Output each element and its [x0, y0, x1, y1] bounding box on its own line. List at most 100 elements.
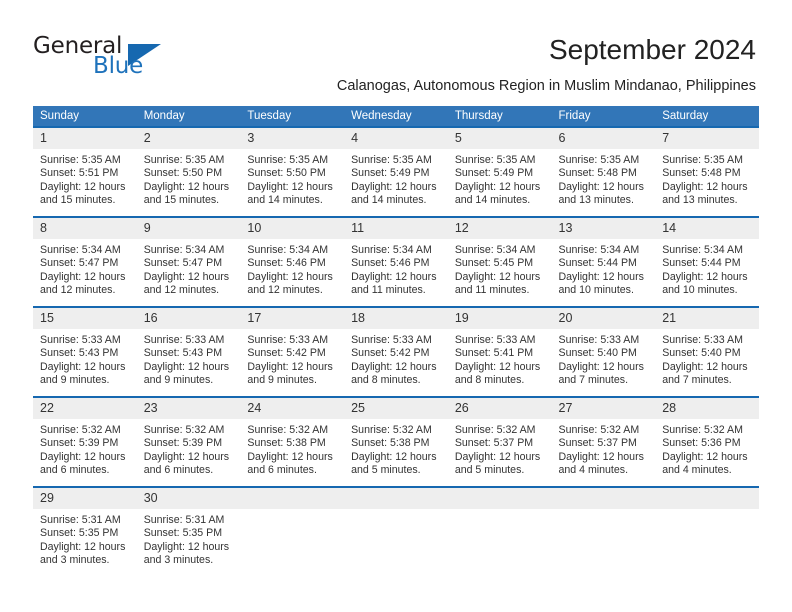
- day-details: Sunrise: 5:34 AM Sunset: 5:47 PM Dayligh…: [33, 239, 137, 298]
- day-cell[interactable]: 12 Sunrise: 5:34 AM Sunset: 5:45 PM Dayl…: [447, 216, 552, 307]
- daylight-text-line1: Daylight: 12 hours: [662, 180, 748, 193]
- daylight-text-line2: and 11 minutes.: [351, 284, 426, 297]
- day-cell[interactable]: 10 Sunrise: 5:34 AM Sunset: 5:46 PM Dayl…: [240, 216, 345, 307]
- day-cell[interactable]: 27 Sunrise: 5:32 AM Sunset: 5:37 PM Dayl…: [551, 396, 656, 487]
- day-cell[interactable]: 9 Sunrise: 5:34 AM Sunset: 5:47 PM Dayli…: [136, 216, 241, 307]
- daylight-text-line1: Daylight: 12 hours: [40, 270, 126, 283]
- day-cell-empty: [655, 486, 759, 576]
- sunrise-text: Sunrise: 5:33 AM: [351, 334, 432, 346]
- daylight-text-line1: Daylight: 12 hours: [40, 360, 126, 373]
- day-cell[interactable]: 7 Sunrise: 5:35 AM Sunset: 5:48 PM Dayli…: [655, 126, 759, 217]
- sunset-text: Sunset: 5:41 PM: [454, 347, 534, 360]
- day-details: Sunrise: 5:35 AM Sunset: 5:51 PM Dayligh…: [33, 149, 137, 208]
- daylight-text-line1: Daylight: 12 hours: [662, 360, 748, 373]
- day-cell[interactable]: 23 Sunrise: 5:32 AM Sunset: 5:39 PM Dayl…: [136, 396, 241, 487]
- day-cell[interactable]: 22 Sunrise: 5:32 AM Sunset: 5:39 PM Dayl…: [33, 396, 137, 487]
- day-details: Sunrise: 5:33 AM Sunset: 5:43 PM Dayligh…: [33, 329, 137, 388]
- day-cell[interactable]: 5 Sunrise: 5:35 AM Sunset: 5:49 PM Dayli…: [447, 126, 552, 217]
- weekday-header-tuesday: Tuesday: [240, 106, 345, 127]
- daylight-text-line1: Daylight: 12 hours: [351, 360, 437, 373]
- sunset-text: Sunset: 5:36 PM: [662, 437, 741, 450]
- day-cell[interactable]: 1 Sunrise: 5:35 AM Sunset: 5:51 PM Dayli…: [33, 126, 137, 217]
- day-cell[interactable]: 6 Sunrise: 5:35 AM Sunset: 5:48 PM Dayli…: [551, 126, 656, 217]
- daylight-text-line2: and 13 minutes.: [662, 194, 738, 207]
- day-number: 24: [240, 398, 345, 419]
- day-cell[interactable]: 20 Sunrise: 5:33 AM Sunset: 5:40 PM Dayl…: [551, 306, 656, 397]
- day-cell[interactable]: 11 Sunrise: 5:34 AM Sunset: 5:46 PM Dayl…: [344, 216, 448, 307]
- day-details: Sunrise: 5:35 AM Sunset: 5:48 PM Dayligh…: [655, 149, 759, 208]
- day-number: 29: [33, 488, 137, 509]
- day-number: 5: [447, 128, 552, 149]
- daylight-text-line1: Daylight: 12 hours: [351, 180, 437, 193]
- day-cell-empty: [344, 486, 448, 576]
- day-details: Sunrise: 5:34 AM Sunset: 5:46 PM Dayligh…: [344, 239, 448, 298]
- daylight-text-line1: Daylight: 12 hours: [351, 270, 437, 283]
- day-details: Sunrise: 5:33 AM Sunset: 5:40 PM Dayligh…: [655, 329, 759, 388]
- day-cell[interactable]: 28 Sunrise: 5:32 AM Sunset: 5:36 PM Dayl…: [655, 396, 759, 487]
- day-number: [447, 488, 552, 509]
- day-cell[interactable]: 3 Sunrise: 5:35 AM Sunset: 5:50 PM Dayli…: [240, 126, 345, 217]
- daylight-text-line1: Daylight: 12 hours: [40, 540, 126, 553]
- day-number: 22: [33, 398, 137, 419]
- day-cell[interactable]: 18 Sunrise: 5:33 AM Sunset: 5:42 PM Dayl…: [344, 306, 448, 397]
- daylight-text-line1: Daylight: 12 hours: [558, 360, 644, 373]
- day-details: Sunrise: 5:31 AM Sunset: 5:35 PM Dayligh…: [137, 509, 241, 568]
- daylight-text-line2: and 14 minutes.: [247, 194, 323, 207]
- day-details: Sunrise: 5:32 AM Sunset: 5:37 PM Dayligh…: [552, 419, 656, 478]
- daylight-text-line1: Daylight: 12 hours: [40, 180, 126, 193]
- day-cell[interactable]: 26 Sunrise: 5:32 AM Sunset: 5:37 PM Dayl…: [447, 396, 552, 487]
- day-number: 18: [344, 308, 448, 329]
- day-number: 8: [33, 218, 137, 239]
- daylight-text-line1: Daylight: 12 hours: [662, 270, 748, 283]
- day-cell[interactable]: 24 Sunrise: 5:32 AM Sunset: 5:38 PM Dayl…: [240, 396, 345, 487]
- sunset-text: Sunset: 5:38 PM: [247, 437, 326, 450]
- sunrise-text: Sunrise: 5:34 AM: [662, 244, 743, 256]
- day-number: 6: [551, 128, 656, 149]
- daylight-text-line2: and 9 minutes.: [40, 374, 110, 387]
- daylight-text-line2: and 15 minutes.: [143, 194, 220, 207]
- daylight-text-line1: Daylight: 12 hours: [40, 450, 126, 463]
- calendar-header-row: Sunday Monday Tuesday Wednesday Thursday…: [33, 106, 759, 127]
- day-number: [655, 488, 759, 509]
- day-cell[interactable]: 2 Sunrise: 5:35 AM Sunset: 5:50 PM Dayli…: [136, 126, 241, 217]
- day-details: Sunrise: 5:35 AM Sunset: 5:49 PM Dayligh…: [344, 149, 448, 208]
- day-cell[interactable]: 25 Sunrise: 5:32 AM Sunset: 5:38 PM Dayl…: [344, 396, 448, 487]
- day-cell[interactable]: 13 Sunrise: 5:34 AM Sunset: 5:44 PM Dayl…: [551, 216, 656, 307]
- daylight-text-line1: Daylight: 12 hours: [454, 270, 541, 283]
- daylight-text-line1: Daylight: 12 hours: [247, 450, 333, 463]
- daylight-text-line2: and 4 minutes.: [662, 464, 732, 477]
- day-cell[interactable]: 21 Sunrise: 5:33 AM Sunset: 5:40 PM Dayl…: [655, 306, 759, 397]
- day-cell[interactable]: 4 Sunrise: 5:35 AM Sunset: 5:49 PM Dayli…: [344, 126, 448, 217]
- day-number: 1: [33, 128, 137, 149]
- day-cell[interactable]: 16 Sunrise: 5:33 AM Sunset: 5:43 PM Dayl…: [136, 306, 241, 397]
- daylight-text-line2: and 12 minutes.: [40, 284, 116, 297]
- day-cell[interactable]: 14 Sunrise: 5:34 AM Sunset: 5:44 PM Dayl…: [655, 216, 759, 307]
- daylight-text-line2: and 7 minutes.: [662, 374, 732, 387]
- day-number: 13: [551, 218, 656, 239]
- sunset-text: Sunset: 5:47 PM: [40, 257, 119, 270]
- day-cell[interactable]: 15 Sunrise: 5:33 AM Sunset: 5:43 PM Dayl…: [33, 306, 137, 397]
- day-details: [344, 509, 448, 514]
- calendar-week-row: 29 Sunrise: 5:31 AM Sunset: 5:35 PM Dayl…: [33, 486, 759, 576]
- day-cell[interactable]: 8 Sunrise: 5:34 AM Sunset: 5:47 PM Dayli…: [33, 216, 137, 307]
- day-cell[interactable]: 19 Sunrise: 5:33 AM Sunset: 5:41 PM Dayl…: [447, 306, 552, 397]
- day-cell[interactable]: 29 Sunrise: 5:31 AM Sunset: 5:35 PM Dayl…: [33, 486, 137, 576]
- sunrise-text: Sunrise: 5:34 AM: [143, 244, 225, 256]
- day-cell[interactable]: 17 Sunrise: 5:33 AM Sunset: 5:42 PM Dayl…: [240, 306, 345, 397]
- weekday-header-wednesday: Wednesday: [344, 106, 448, 127]
- day-number: 17: [240, 308, 345, 329]
- daylight-text-line2: and 15 minutes.: [40, 194, 116, 207]
- day-number: 27: [551, 398, 656, 419]
- day-cell[interactable]: 30 Sunrise: 5:31 AM Sunset: 5:35 PM Dayl…: [136, 486, 241, 576]
- day-cell-empty: [551, 486, 656, 576]
- sunrise-text: Sunrise: 5:35 AM: [558, 154, 640, 166]
- day-number: 16: [136, 308, 241, 329]
- daylight-text-line2: and 10 minutes.: [558, 284, 634, 297]
- day-number: 20: [551, 308, 656, 329]
- day-details: Sunrise: 5:33 AM Sunset: 5:40 PM Dayligh…: [552, 329, 656, 388]
- daylight-text-line2: and 8 minutes.: [454, 374, 525, 387]
- sunset-text: Sunset: 5:42 PM: [351, 347, 430, 360]
- daylight-text-line2: and 6 minutes.: [247, 464, 317, 477]
- sunrise-text: Sunrise: 5:34 AM: [558, 244, 640, 256]
- brand-logo[interactable]: General Blue: [33, 33, 233, 81]
